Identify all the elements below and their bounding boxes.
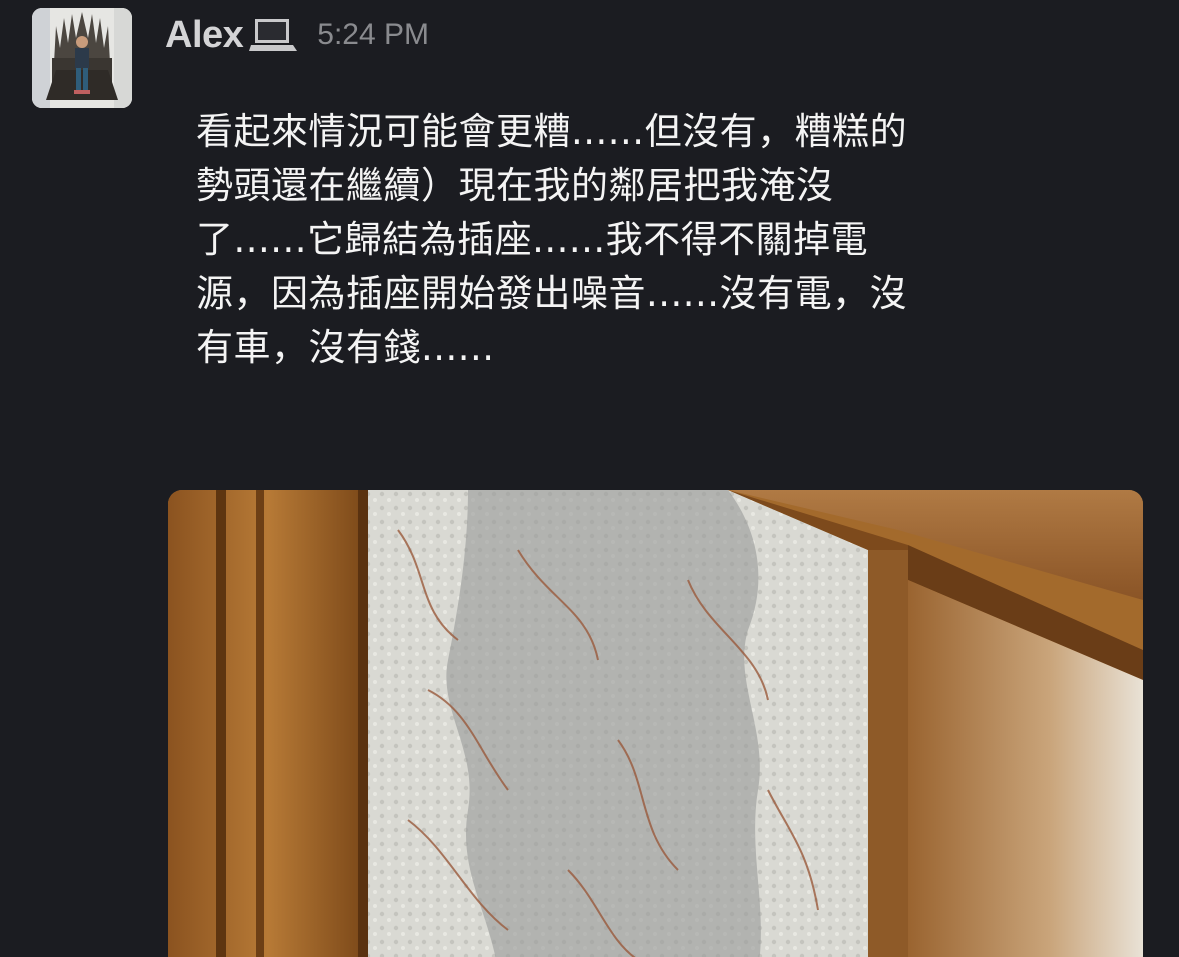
message-line: 有車，沒有錢...... (196, 326, 495, 369)
message-timestamp[interactable]: 5:24 PM (317, 18, 429, 52)
avatar[interactable] (32, 8, 132, 108)
message-text: 看起來情況可能會更糟......但沒有，糟糕的 勢頭還在繼續）現在我的鄰居把我淹… (196, 105, 1076, 375)
image-attachment[interactable] (168, 490, 1143, 957)
laptop-icon (249, 15, 299, 55)
message-line: 勢頭還在繼續）現在我的鄰居把我淹沒 (196, 164, 834, 207)
message-line: 源，因為插座開始發出噪音......沒有電，沒 (196, 272, 908, 315)
message-line: 看起來情況可能會更糟......但沒有，糟糕的 (196, 110, 908, 153)
attachment-photo (168, 490, 1143, 957)
message-line: 了......它歸結為插座......我不得不關掉電 (196, 218, 869, 261)
message-header: Alex 5:24 PM (165, 10, 429, 60)
chat-message: Alex 5:24 PM 看起來情況可能會更糟......但沒有，糟糕的 勢頭還… (0, 0, 1179, 957)
avatar-image (32, 8, 132, 108)
author-name[interactable]: Alex (165, 14, 244, 57)
